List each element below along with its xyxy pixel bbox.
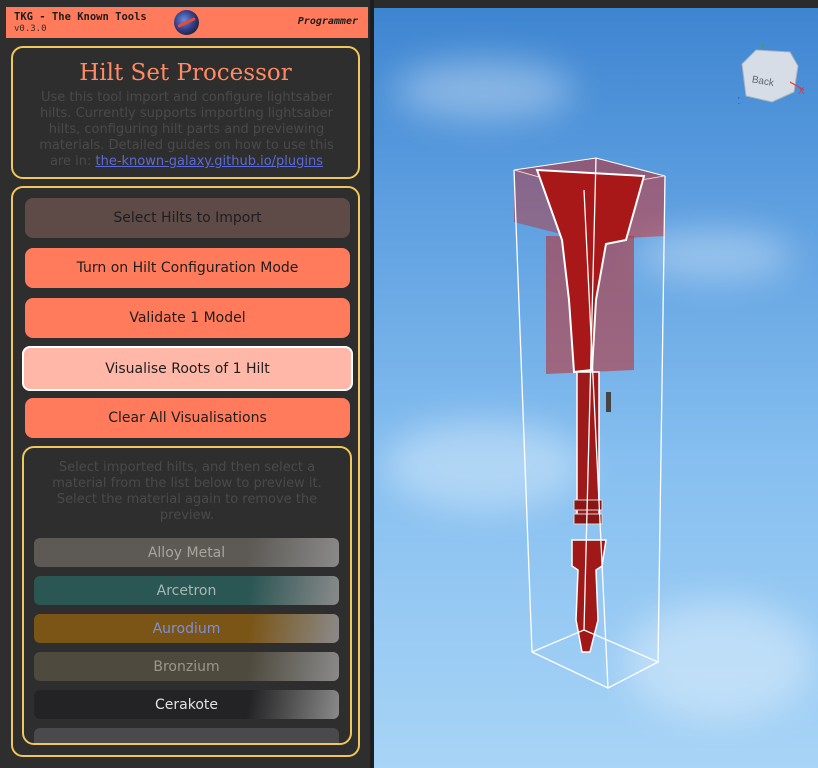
info-box: Hilt Set Processor Use this tool import … — [11, 46, 360, 179]
3d-viewport[interactable]: Back X Y Z — [374, 0, 818, 768]
tool-title: Hilt Set Processor — [79, 60, 292, 86]
axis-y-label: Y — [760, 44, 766, 50]
galaxy-logo-icon — [174, 10, 199, 35]
visualise-roots-button[interactable]: Visualise Roots of 1 Hilt — [22, 346, 353, 391]
hilt-switch — [606, 392, 611, 412]
app-title: TKG - The Known Tools — [14, 11, 147, 23]
material-alloy-metal[interactable]: Alloy Metal — [34, 538, 339, 567]
plugin-panel: TKG - The Known Tools v0.3.0 Programmer … — [0, 0, 370, 768]
app-version: v0.3.0 — [14, 24, 47, 34]
tool-description: Use this tool import and configure light… — [28, 90, 345, 170]
hilt-ring-1 — [573, 499, 603, 511]
view-cube[interactable]: Back X Y Z — [738, 44, 806, 104]
user-role-label: Programmer — [297, 16, 358, 27]
material-next-item[interactable] — [34, 728, 339, 743]
guide-link[interactable]: the-known-galaxy.github.io/plugins — [96, 154, 324, 169]
material-aurodium[interactable]: Aurodium — [34, 614, 339, 643]
axis-z-label: Z — [738, 96, 740, 104]
app-header: TKG - The Known Tools v0.3.0 Programmer — [6, 7, 368, 38]
hilt-ring-2 — [573, 513, 603, 525]
material-list: Select imported hilts, and then select a… — [22, 446, 352, 745]
material-cerakote[interactable]: Cerakote — [34, 690, 339, 719]
material-bronzium[interactable]: Bronzium — [34, 652, 339, 681]
validate-model-button[interactable]: Validate 1 Model — [25, 298, 350, 338]
select-hilts-button[interactable]: Select Hilts to Import — [25, 198, 350, 238]
configuration-mode-button[interactable]: Turn on Hilt Configuration Mode — [25, 248, 350, 288]
hilt-pommel — [571, 539, 607, 653]
axis-x-label: X — [798, 86, 805, 97]
hilt-scene — [513, 157, 666, 689]
material-arcetron[interactable]: Arcetron — [34, 576, 339, 605]
material-hint: Select imported hilts, and then select a… — [52, 460, 322, 523]
actions-box: Select Hilts to Import Turn on Hilt Conf… — [11, 186, 360, 757]
clear-visualisations-button[interactable]: Clear All Visualisations — [25, 398, 350, 438]
